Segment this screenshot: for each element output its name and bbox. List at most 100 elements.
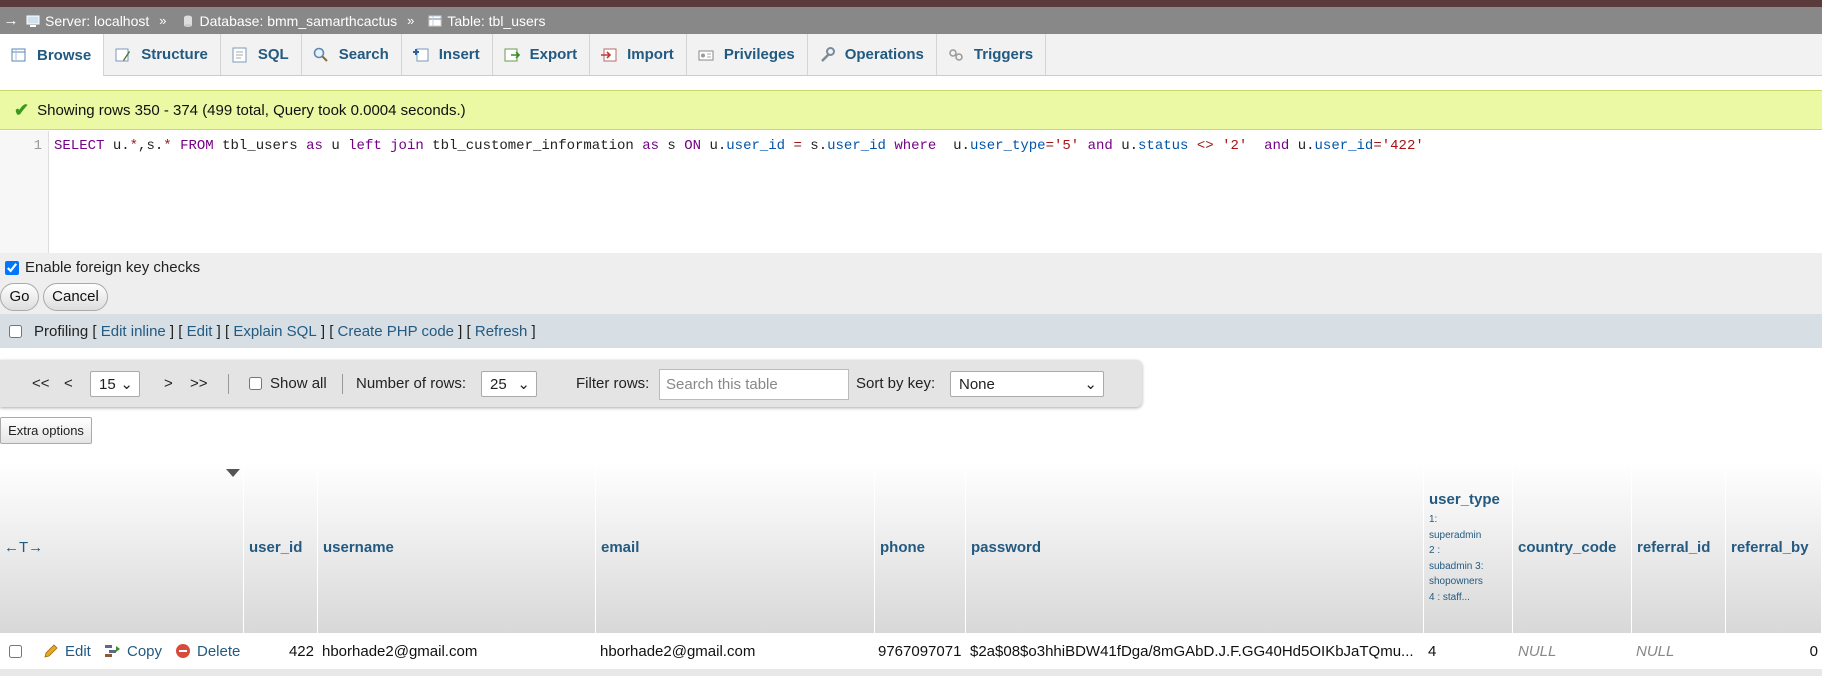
tab-label[interactable]: Import [627, 46, 674, 63]
column-header-password[interactable]: password [966, 463, 1424, 633]
breadcrumb-database[interactable]: Database: bmm_samarthcactus [177, 13, 398, 29]
tab-import[interactable]: Import [590, 34, 687, 75]
cell-phone[interactable]: 9767097071 [878, 633, 964, 669]
sort-dropdown-icon[interactable] [226, 469, 240, 478]
tab-label[interactable]: Insert [439, 46, 480, 63]
column-header-username[interactable]: username [318, 463, 596, 633]
row-checkbox[interactable] [9, 644, 22, 658]
column-header-referral-by[interactable]: referral_by [1726, 463, 1822, 633]
extra-options-button[interactable]: Extra options [0, 417, 92, 444]
column-header-label[interactable]: referral_by [1731, 539, 1809, 556]
number-of-rows-select[interactable]: 25 ⌄ [481, 371, 537, 397]
edit-row-link[interactable]: Edit [65, 643, 91, 660]
sort-by-key-select[interactable]: None ⌄ [950, 371, 1104, 397]
sql-token: SELECT [54, 138, 105, 154]
sql-query-text[interactable]: SELECT u.*,s.* FROM tbl_users as u left … [54, 138, 1424, 154]
column-header-label[interactable]: username [323, 539, 394, 556]
cell-password[interactable]: $2a$08$o3hhiBDW41fDga/8mGAbD.J.F.GG40Hd5… [970, 633, 1422, 669]
delete-row-link[interactable]: Delete [197, 643, 240, 660]
column-header-label[interactable]: email [601, 539, 639, 556]
delete-icon [176, 644, 190, 658]
user-type-header[interactable]: user_type 1: superadmin 2 : subadmin 3: … [1429, 491, 1500, 605]
sql-token: u. [936, 138, 970, 154]
breadcrumb-database-label[interactable]: Database: bmm_samarthcactus [200, 13, 398, 29]
tab-privileges[interactable]: Privileges [687, 34, 808, 75]
profiling-label[interactable]: Profiling [34, 323, 88, 340]
row-copy-action[interactable]: Copy [104, 633, 162, 669]
show-all-checkbox[interactable] [249, 377, 262, 390]
page-select[interactable]: 15 ⌄ [90, 371, 140, 397]
sql-token: s [659, 138, 685, 154]
tab-label[interactable]: Operations [845, 46, 924, 63]
tab-sql[interactable]: SQL [221, 34, 302, 75]
breadcrumb-server[interactable]: Server: localhost [22, 13, 149, 29]
tab-label[interactable]: Search [339, 46, 389, 63]
foreign-key-checks-option[interactable]: Enable foreign key checks [5, 259, 200, 276]
foreign-key-checks-label[interactable]: Enable foreign key checks [25, 259, 200, 276]
cell-referral-id[interactable]: NULL [1636, 633, 1722, 669]
cell-referral-by[interactable]: 0 [1726, 633, 1818, 669]
breadcrumb-table-label[interactable]: Table: tbl_users [447, 13, 545, 29]
go-button[interactable]: Go [0, 283, 39, 311]
filter-rows-input[interactable]: Search this table [659, 369, 849, 400]
edit-link[interactable]: Edit [187, 323, 213, 340]
tab-label[interactable]: SQL [258, 46, 289, 63]
cell-username[interactable]: hborhade2@gmail.com [322, 633, 592, 669]
breadcrumb-table[interactable]: Table: tbl_users [424, 13, 545, 29]
cell-country-code[interactable]: NULL [1518, 633, 1628, 669]
column-header-actions: ←T→ [0, 463, 244, 633]
column-header-phone[interactable]: phone [875, 463, 966, 633]
last-page-button[interactable]: >> [190, 360, 208, 407]
show-all-option[interactable]: Show all [249, 360, 327, 407]
copy-icon [105, 645, 120, 657]
first-page-button[interactable]: << [32, 360, 50, 407]
move-columns-icon[interactable]: ←T→ [4, 539, 43, 556]
tab-structure[interactable]: Structure [104, 34, 221, 75]
row-select-cell[interactable] [9, 633, 22, 669]
column-header-country-code[interactable]: country_code [1513, 463, 1632, 633]
explain-sql-link[interactable]: Explain SQL [233, 323, 316, 340]
tab-operations[interactable]: Operations [808, 34, 937, 75]
bracket: ] [ [212, 322, 234, 340]
next-page-button[interactable]: > [164, 360, 173, 407]
column-header-user-id[interactable]: user_id [244, 463, 318, 633]
cell-email[interactable]: hborhade2@gmail.com [600, 633, 870, 669]
tab-label[interactable]: Structure [141, 46, 208, 63]
edit-inline-link[interactable]: Edit inline [101, 323, 166, 340]
breadcrumb-server-label[interactable]: Server: localhost [45, 13, 149, 29]
row-delete-action[interactable]: Delete [175, 633, 240, 669]
tab-insert[interactable]: Insert [402, 34, 493, 75]
column-header-label[interactable]: phone [880, 539, 925, 556]
row-edit-action[interactable]: Edit [43, 633, 91, 669]
tab-search[interactable]: Search [302, 34, 402, 75]
column-header-user-type[interactable]: user_type 1: superadmin 2 : subadmin 3: … [1424, 463, 1513, 633]
tab-triggers[interactable]: Triggers [937, 34, 1047, 75]
profiling-checkbox[interactable] [9, 324, 22, 338]
column-header-label[interactable]: password [971, 539, 1041, 556]
tab-label[interactable]: Privileges [724, 46, 795, 63]
cell-user-id[interactable]: 422 [244, 633, 314, 669]
sort-by-key-label: Sort by key: [856, 375, 936, 392]
cell-user-type[interactable]: 4 [1428, 633, 1508, 669]
copy-row-link[interactable]: Copy [127, 643, 162, 660]
tab-label[interactable]: Browse [37, 47, 91, 64]
create-php-code-link[interactable]: Create PHP code [338, 323, 454, 340]
column-header-label[interactable]: referral_id [1637, 539, 1710, 556]
refresh-link[interactable]: Refresh [475, 323, 528, 340]
show-all-label[interactable]: Show all [270, 375, 327, 392]
foreign-key-checks-checkbox[interactable] [5, 260, 19, 275]
column-header-referral-id[interactable]: referral_id [1632, 463, 1726, 633]
sql-query-editor[interactable]: 1 SELECT u.*,s.* FROM tbl_users as u lef… [0, 131, 1822, 253]
collapse-nav-arrow-icon[interactable]: → [0, 12, 22, 29]
column-header-label[interactable]: user_type [1429, 491, 1500, 508]
tab-export[interactable]: Export [493, 34, 591, 75]
column-header-label[interactable]: user_id [249, 539, 302, 556]
tab-browse[interactable]: Browse [0, 34, 105, 76]
previous-page-button[interactable]: < [64, 360, 73, 407]
tab-label[interactable]: Triggers [974, 46, 1033, 63]
column-header-label[interactable]: country_code [1518, 539, 1616, 556]
tab-label[interactable]: Export [530, 46, 578, 63]
cancel-button[interactable]: Cancel [43, 283, 108, 311]
sql-token: where [885, 138, 937, 154]
column-header-email[interactable]: email [596, 463, 875, 633]
